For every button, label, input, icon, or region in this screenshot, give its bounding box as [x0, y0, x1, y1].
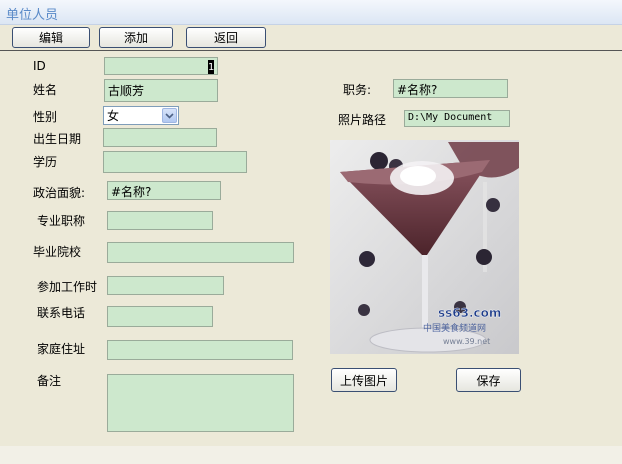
status-bar: [0, 446, 622, 464]
work-start-time-field[interactable]: [107, 276, 224, 295]
upload-photo-button[interactable]: 上传图片: [331, 368, 397, 392]
back-button[interactable]: 返回: [186, 27, 266, 48]
gender-label: 性别: [33, 110, 58, 124]
professional-title-field[interactable]: [107, 211, 213, 230]
id-label: ID: [33, 59, 46, 73]
phone-field[interactable]: [107, 306, 213, 327]
window-title: 单位人员: [6, 8, 59, 23]
education-field[interactable]: [103, 151, 247, 173]
address-label: 家庭住址: [37, 342, 86, 356]
graduated-school-label: 毕业院校: [33, 245, 82, 259]
birth-date-field[interactable]: [103, 128, 217, 147]
person-photo: ss63.com 中国美食频道网 www.39.net: [330, 140, 519, 354]
cocktail-photo-image: ss63.com 中国美食频道网 www.39.net: [330, 140, 519, 354]
notes-label: 备注: [37, 374, 62, 388]
name-label: 姓名: [33, 83, 58, 97]
education-label: 学历: [33, 155, 58, 169]
save-button[interactable]: 保存: [456, 368, 521, 392]
position-label: 职务:: [343, 83, 372, 97]
graduated-school-field[interactable]: [107, 242, 294, 263]
chevron-down-icon[interactable]: [162, 108, 177, 123]
photo-watermark-site: ss63.com: [438, 306, 501, 320]
id-field[interactable]: 1: [104, 57, 218, 75]
photo-watermark-url: www.39.net: [443, 337, 490, 346]
photo-path-label: 照片路径: [338, 113, 387, 127]
position-field[interactable]: #名称?: [393, 79, 508, 98]
edit-button[interactable]: 编辑: [12, 27, 90, 48]
notes-textarea[interactable]: [107, 374, 294, 432]
political-status-label: 政治面貌:: [33, 186, 86, 200]
professional-title-label: 专业职称: [37, 214, 86, 228]
id-value: 1: [208, 60, 214, 74]
toolbar-divider: [0, 50, 622, 51]
birth-date-label: 出生日期: [33, 132, 82, 146]
photo-watermark-name: 中国美食频道网: [423, 322, 486, 334]
gender-value: 女: [107, 109, 120, 123]
political-status-field[interactable]: #名称?: [107, 181, 221, 200]
name-field[interactable]: 古顺芳: [104, 79, 218, 102]
work-start-time-label: 参加工作时: [37, 280, 98, 294]
address-field[interactable]: [107, 340, 293, 360]
photo-path-field[interactable]: D:\My Document: [404, 110, 510, 127]
gender-select[interactable]: 女: [103, 106, 179, 125]
window-title-bar: 单位人员: [0, 0, 622, 25]
phone-label: 联系电话: [37, 306, 86, 320]
add-button[interactable]: 添加: [99, 27, 173, 48]
